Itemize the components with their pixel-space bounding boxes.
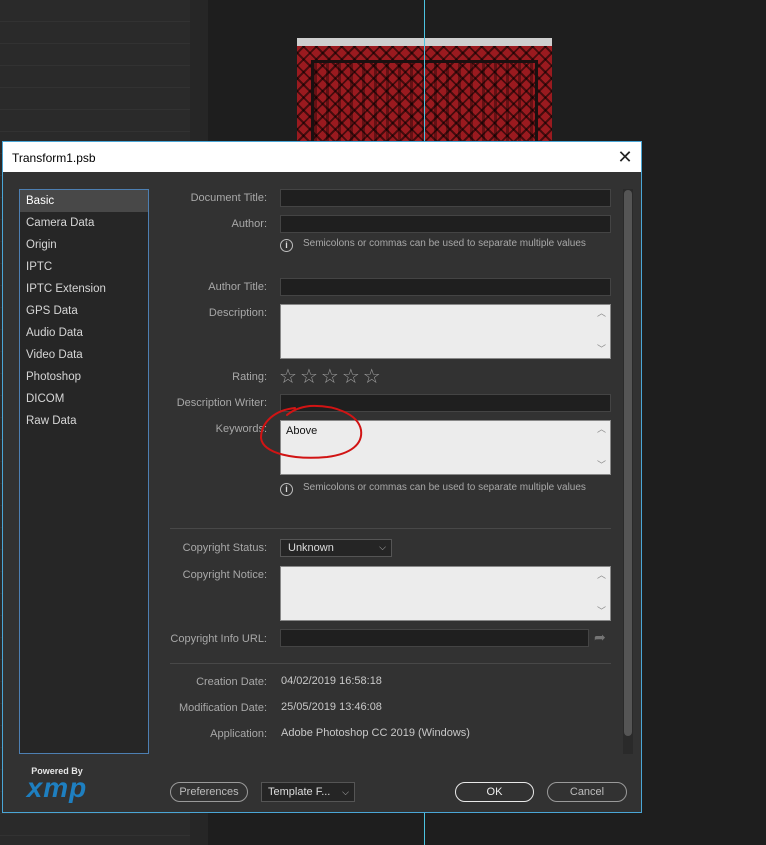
copyright-url-field[interactable] (280, 629, 589, 647)
sidebar-item-iptc-extension[interactable]: IPTC Extension (20, 278, 148, 300)
chevron-down-icon: ⌵ (342, 787, 349, 797)
copyright-status-select[interactable]: Unknown ⌵ (280, 539, 392, 557)
description-textarea[interactable]: ︿ ﹀ (280, 304, 611, 359)
sidebar-item-photoshop[interactable]: Photoshop (20, 366, 148, 388)
author-hint: i Semicolons or commas can be used to sep… (280, 238, 586, 252)
description-label: Description: (208, 307, 267, 319)
application-value: Adobe Photoshop CC 2019 (Windows) (281, 727, 470, 739)
open-url-arrow-icon[interactable]: ➦ (594, 629, 606, 646)
ok-button[interactable]: OK (455, 782, 534, 802)
star-icon[interactable]: ☆ (363, 367, 381, 387)
red-circle-annotation (259, 404, 363, 459)
sidebar-item-gps-data[interactable]: GPS Data (20, 300, 148, 322)
copyright-status-label: Copyright Status: (182, 542, 267, 554)
sidebar-item-origin[interactable]: Origin (20, 234, 148, 256)
copyright-status-value: Unknown (288, 542, 334, 554)
scroll-up-icon[interactable]: ︿ (597, 309, 606, 318)
author-field[interactable] (280, 215, 611, 233)
file-info-dialog: Transform1.psb ✕ Basic Camera Data Origi… (2, 141, 642, 813)
scroll-up-icon[interactable]: ︿ (597, 571, 606, 580)
scroll-down-icon[interactable]: ﹀ (597, 461, 606, 470)
rating-label: Rating: (232, 371, 267, 383)
scroll-down-icon[interactable]: ﹀ (597, 607, 606, 616)
application-label: Application: (210, 728, 267, 740)
keywords-hint: i Semicolons or commas can be used to sep… (280, 482, 586, 496)
preferences-button[interactable]: Preferences (170, 782, 248, 802)
section-divider (170, 663, 611, 664)
star-icon[interactable]: ☆ (321, 367, 339, 387)
copyright-notice-textarea[interactable]: ︿ ﹀ (280, 566, 611, 621)
sidebar-item-camera-data[interactable]: Camera Data (20, 212, 148, 234)
sidebar-item-basic[interactable]: Basic (20, 190, 148, 212)
author-title-label: Author Title: (208, 281, 267, 293)
document-title-field[interactable] (280, 189, 611, 207)
template-folder-select[interactable]: Template F... ⌵ (261, 782, 355, 802)
close-icon[interactable]: ✕ (613, 145, 637, 169)
sidebar-item-iptc[interactable]: IPTC (20, 256, 148, 278)
document-title-label: Document Title: (190, 192, 267, 204)
author-title-field[interactable] (280, 278, 611, 296)
cancel-button[interactable]: Cancel (547, 782, 627, 802)
author-hint-text: Semicolons or commas can be used to sepa… (303, 238, 586, 249)
author-label: Author: (231, 218, 267, 230)
modification-date-value: 25/05/2019 13:46:08 (281, 701, 382, 713)
section-divider (170, 528, 611, 529)
form-scrollbar-thumb[interactable] (624, 190, 632, 736)
description-writer-label: Description Writer: (176, 397, 267, 409)
sidebar-item-video-data[interactable]: Video Data (20, 344, 148, 366)
info-icon: i (280, 239, 293, 252)
xmp-logo: Powered By xmp (21, 766, 93, 803)
scroll-up-icon[interactable]: ︿ (597, 425, 606, 434)
sidebar-item-dicom[interactable]: DICOM (20, 388, 148, 410)
xmp-wordmark: xmp (26, 772, 88, 803)
copyright-notice-label: Copyright Notice: (182, 569, 267, 581)
chevron-down-icon: ⌵ (379, 542, 386, 552)
template-select-label: Template F... (268, 786, 331, 798)
metadata-category-list: Basic Camera Data Origin IPTC IPTC Exten… (19, 189, 149, 754)
creation-date-value: 04/02/2019 16:58:18 (281, 675, 382, 687)
form-scrollbar[interactable] (623, 189, 633, 754)
keywords-hint-text: Semicolons or commas can be used to sepa… (303, 482, 586, 493)
info-icon: i (280, 483, 293, 496)
star-icon[interactable]: ☆ (300, 367, 318, 387)
copyright-url-label: Copyright Info URL: (170, 633, 267, 645)
rating-stars: ☆ ☆ ☆ ☆ ☆ (279, 367, 384, 388)
modification-date-label: Modification Date: (178, 702, 267, 714)
dialog-titlebar[interactable]: Transform1.psb ✕ (3, 142, 641, 172)
star-icon[interactable]: ☆ (279, 367, 297, 387)
sidebar-item-audio-data[interactable]: Audio Data (20, 322, 148, 344)
dialog-title: Transform1.psb (12, 151, 96, 165)
scroll-down-icon[interactable]: ﹀ (597, 345, 606, 354)
star-icon[interactable]: ☆ (342, 367, 360, 387)
sidebar-item-raw-data[interactable]: Raw Data (20, 410, 148, 432)
creation-date-label: Creation Date: (196, 676, 267, 688)
